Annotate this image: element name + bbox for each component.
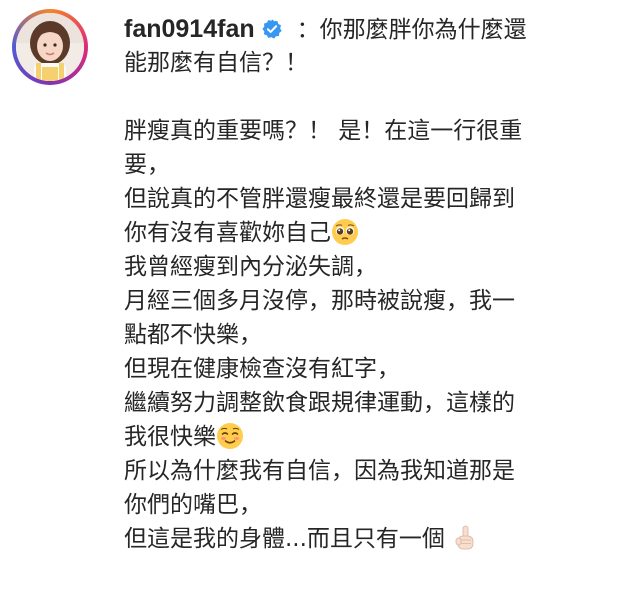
caption-line-text: 但這是我的身體...而且只有一個 <box>124 526 445 552</box>
pleading-face-emoji-icon <box>332 219 358 245</box>
caption-line: 所以為什麼我有自信，因為我知道那是 <box>124 458 515 484</box>
index-pointing-up-emoji-icon <box>455 525 474 550</box>
caption-first-line: ：你那麼胖你為什麼還 <box>296 17 527 43</box>
avatar-story-ring[interactable] <box>12 9 88 85</box>
caption-line: 我曾經瘦到內分泌失調， <box>124 254 377 280</box>
post-caption-view: fan0914fan ：你那麼胖你為什麼還 能那麼有自信？！ 胖瘦真的重要嗎？！ … <box>0 0 632 612</box>
caption-line-text: 你有沒有喜歡妳自己 <box>124 220 331 246</box>
avatar[interactable] <box>16 13 84 81</box>
caption-line-1: fan0914fan ：你那麼胖你為什麼還 <box>124 12 624 46</box>
caption-line: 但現在健康檢查沒有紅字， <box>124 356 400 382</box>
avatar-illustration <box>16 13 84 81</box>
verified-badge-icon <box>262 19 282 39</box>
caption-line-with-emoji: 你有沒有喜歡妳自己 <box>124 216 624 250</box>
caption-line: 要， <box>124 152 170 178</box>
caption-line: 點都不快樂， <box>124 322 262 348</box>
caption-line: 但說真的不管胖還瘦最終還是要回歸到 <box>124 186 515 212</box>
caption-line-with-emoji: 但這是我的身體...而且只有一個 <box>124 522 624 556</box>
username-link[interactable]: fan0914fan <box>124 15 255 43</box>
caption-line: 胖瘦真的重要嗎？！ 是！在這一行很重 <box>124 118 523 144</box>
caption-line: 月經三個多月沒停，那時被說瘦，我一 <box>124 288 515 314</box>
caption-line-with-emoji: 我很快樂 <box>124 420 624 454</box>
caption-line: 能那麼有自信？！ <box>124 50 308 76</box>
smiling-face-emoji-icon <box>217 423 243 449</box>
caption-text: fan0914fan ：你那麼胖你為什麼還 能那麼有自信？！ 胖瘦真的重要嗎？！ … <box>124 12 624 556</box>
caption-line: 你們的嘴巴， <box>124 492 262 518</box>
caption-line: 繼續努力調整飲食跟規律運動，這樣的 <box>124 390 515 416</box>
caption-line-text: 我很快樂 <box>124 424 216 450</box>
